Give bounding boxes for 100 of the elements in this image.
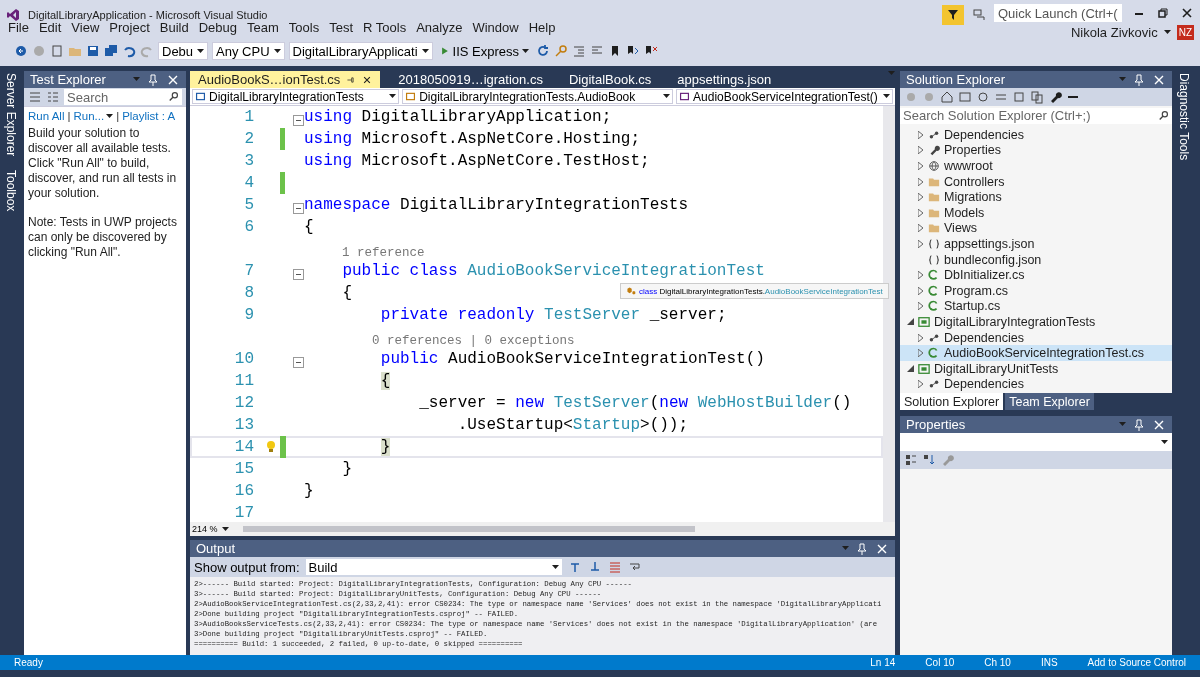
pending-changes-icon[interactable] bbox=[976, 90, 990, 104]
code-line: } bbox=[341, 460, 352, 478]
side-tab[interactable]: Diagnostic Tools bbox=[1177, 71, 1191, 655]
pin-icon[interactable] bbox=[146, 72, 160, 87]
tab-list-icon bbox=[888, 71, 895, 76]
code-lens[interactable]: 1 reference bbox=[312, 246, 425, 260]
new-project-icon[interactable] bbox=[50, 44, 64, 58]
menu-item[interactable]: Debug bbox=[193, 20, 242, 38]
code-element-icon bbox=[679, 91, 691, 102]
tree-item[interactable]: Controllers bbox=[900, 173, 1172, 190]
zoom-level[interactable]: 214 % bbox=[192, 524, 218, 534]
collapse-icon[interactable] bbox=[293, 202, 304, 214]
class-icon bbox=[626, 286, 636, 296]
horizontal-scrollbar[interactable] bbox=[242, 526, 695, 532]
tree-item[interactable]: Dependencies bbox=[900, 329, 1172, 346]
search-field[interactable]: Search bbox=[64, 89, 168, 105]
menu-item[interactable]: Project bbox=[104, 20, 155, 38]
menu-item[interactable]: Analyze bbox=[411, 20, 468, 38]
refresh-icon[interactable] bbox=[536, 44, 550, 58]
find-icon[interactable] bbox=[554, 44, 568, 58]
menu-item[interactable]: Team bbox=[242, 20, 284, 38]
menu-item[interactable]: Edit bbox=[33, 20, 67, 38]
line-number: 15 bbox=[233, 460, 255, 478]
categorized-icon[interactable] bbox=[904, 453, 918, 467]
tree-item[interactable]: Startup.cs bbox=[900, 298, 1172, 315]
menu-item[interactable]: Help bbox=[523, 20, 561, 38]
collapse-icon[interactable] bbox=[293, 356, 304, 368]
run-link[interactable]: Run... bbox=[73, 109, 114, 124]
pin-icon[interactable] bbox=[1132, 417, 1146, 432]
output-source-dropdown[interactable]: Build bbox=[305, 559, 562, 575]
configuration-dropdown[interactable]: Debu bbox=[158, 42, 209, 60]
code-lens[interactable]: 0 references | 0 exceptions bbox=[312, 334, 575, 348]
side-tab[interactable]: Toolbox bbox=[4, 168, 18, 214]
editor-tab[interactable]: 2018050919…igration.cs bbox=[390, 71, 551, 88]
tree-item[interactable]: Properties bbox=[900, 142, 1172, 159]
tree-item[interactable]: Views bbox=[900, 220, 1172, 237]
collapse-icon[interactable] bbox=[293, 114, 304, 126]
editor-tab[interactable]: AudioBookS…ionTest.cs bbox=[190, 71, 381, 88]
feedback-icon[interactable] bbox=[972, 8, 986, 22]
startup-project-dropdown[interactable]: DigitalLibraryApplicati bbox=[288, 42, 433, 60]
restore-icon[interactable] bbox=[1156, 6, 1170, 20]
alphabetical-icon[interactable] bbox=[922, 453, 936, 467]
run-button[interactable]: IIS Express bbox=[436, 43, 532, 59]
back-icon[interactable] bbox=[14, 44, 28, 58]
platform-dropdown[interactable]: Any CPU bbox=[212, 42, 285, 60]
menu-item[interactable]: Window bbox=[467, 20, 524, 38]
close-icon[interactable] bbox=[1180, 6, 1194, 20]
code-line: using Microsoft.AspNetCore.Hosting; bbox=[304, 130, 641, 148]
lightbulb-icon bbox=[264, 439, 278, 455]
editor-tab[interactable]: DigitalBook.cs bbox=[560, 71, 660, 88]
expanded-arrow-icon[interactable] bbox=[906, 365, 914, 373]
json-file-icon bbox=[928, 253, 940, 266]
dropdown-caret-icon bbox=[522, 48, 529, 54]
code-line: namespace DigitalLibraryIntegrationTests bbox=[304, 196, 689, 214]
collapsed-arrow-icon[interactable] bbox=[917, 380, 923, 389]
run-all-link[interactable]: Run All bbox=[28, 109, 65, 124]
tree-item[interactable]: Models bbox=[900, 204, 1172, 221]
tree-item[interactable]: Dependencies bbox=[900, 127, 1172, 143]
tree-item[interactable]: Migrations bbox=[900, 189, 1172, 205]
tree-item[interactable]: AudioBookServiceIntegrationTest.cs bbox=[900, 345, 1172, 361]
navigation-dropdown[interactable]: AudioBookServiceIntegrationTest() bbox=[676, 89, 893, 104]
filter-icon[interactable] bbox=[946, 8, 960, 22]
menu-item[interactable]: File bbox=[3, 20, 34, 38]
menu-item[interactable]: Test bbox=[324, 20, 358, 38]
show-all-files-icon[interactable] bbox=[1030, 90, 1044, 104]
menu-item[interactable]: View bbox=[66, 20, 105, 38]
tree-item[interactable]: Program.cs bbox=[900, 282, 1172, 299]
tree-item[interactable]: DigitalLibraryIntegrationTests bbox=[900, 314, 1172, 330]
menu-item[interactable]: R Tools bbox=[358, 20, 412, 38]
tree-item[interactable]: wwwroot bbox=[900, 158, 1172, 174]
line-number: 12 bbox=[233, 394, 255, 412]
close-tab-icon bbox=[362, 74, 373, 85]
expanded-arrow-icon[interactable] bbox=[906, 318, 914, 326]
panel-tab[interactable]: Solution Explorer bbox=[900, 393, 1004, 410]
tree-item[interactable]: Dependencies bbox=[900, 376, 1172, 393]
save-icon[interactable] bbox=[86, 44, 100, 58]
side-tab[interactable]: Server Explorer bbox=[4, 71, 18, 159]
project-icon bbox=[918, 362, 930, 375]
undo-icon[interactable] bbox=[122, 44, 136, 58]
vertical-scrollbar[interactable] bbox=[883, 106, 895, 522]
editor-tab[interactable]: appsettings.json bbox=[669, 71, 780, 88]
playlist-link[interactable]: Playlist : A bbox=[122, 109, 176, 124]
tree-item[interactable]: bundleconfig.json bbox=[900, 251, 1172, 268]
user-name[interactable]: Nikola Zivkovic bbox=[1070, 25, 1158, 40]
switch-views-icon[interactable] bbox=[958, 90, 972, 104]
collapse-all-icon[interactable] bbox=[1012, 90, 1026, 104]
menu-item[interactable]: Tools bbox=[283, 20, 325, 38]
collapse-icon[interactable] bbox=[293, 268, 304, 280]
pin-icon[interactable] bbox=[855, 541, 869, 556]
menu-item[interactable]: Build bbox=[154, 20, 194, 38]
tree-item[interactable]: appsettings.json bbox=[900, 236, 1172, 252]
save-all-icon[interactable] bbox=[104, 44, 118, 58]
tree-item[interactable]: DigitalLibraryUnitTests bbox=[900, 360, 1172, 377]
quick-launch-field[interactable]: Quick Launch (Ctrl+( bbox=[994, 4, 1122, 22]
home-icon[interactable] bbox=[940, 90, 954, 104]
navigation-dropdown[interactable]: DigitalLibraryIntegrationTests bbox=[192, 89, 400, 104]
pin-icon[interactable] bbox=[1132, 72, 1146, 87]
panel-tab[interactable]: Team Explorer bbox=[1005, 393, 1094, 410]
tree-item[interactable]: DbInitializer.cs bbox=[900, 267, 1172, 283]
navigation-dropdown[interactable]: DigitalLibraryIntegrationTests.AudioBook bbox=[402, 89, 674, 104]
